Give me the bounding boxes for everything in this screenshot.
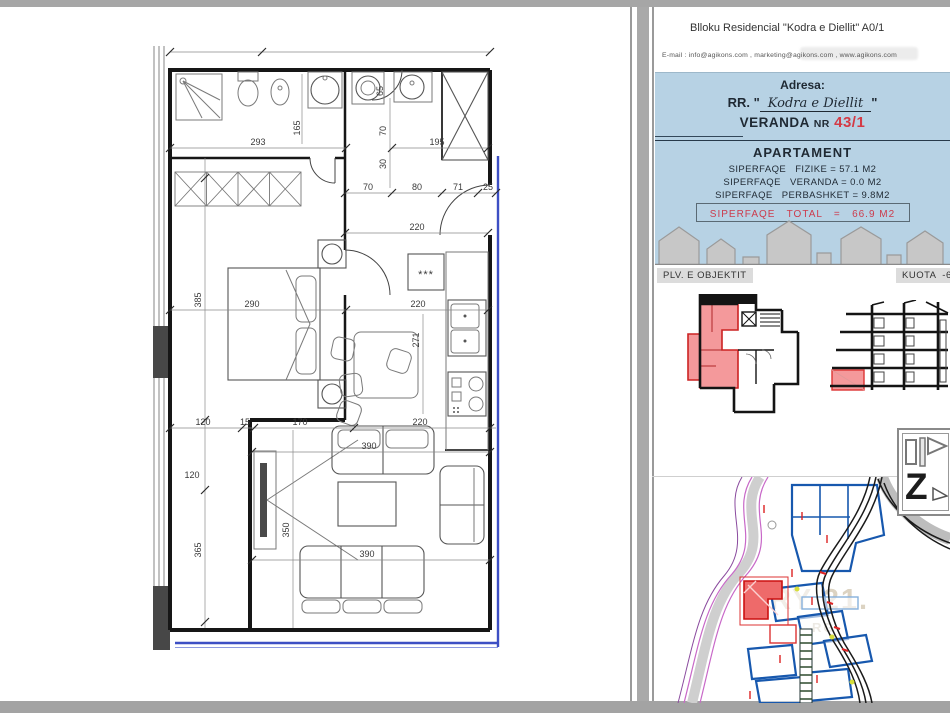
- apartment-floor-plan: ***: [140, 38, 520, 658]
- highlighted-building: [740, 577, 796, 643]
- dim-hall-depth: 220: [409, 222, 424, 232]
- dim-row2-220: 220: [412, 417, 427, 427]
- street-line: RR. "Kodra e Diellit": [655, 95, 950, 111]
- apartament-title: APARTAMENT: [655, 145, 950, 160]
- dining-table: [354, 332, 418, 398]
- street-prefix: RR. ": [728, 95, 760, 110]
- laundry-fixtures: [352, 72, 488, 160]
- dim-kitchen-width: 220: [410, 299, 425, 309]
- dim-bath-width: 293: [250, 137, 265, 147]
- building-section: [826, 300, 950, 410]
- dim-sofa: 390: [359, 549, 374, 559]
- area-row-perbashket: SIPERFAQE PERBASHKET = 9.8M2: [655, 190, 950, 201]
- window-glazing: [175, 156, 498, 648]
- dim-bath-height: 165: [292, 120, 302, 135]
- wall-column: [153, 326, 170, 378]
- dimension-lines: [166, 48, 500, 628]
- dim-living-height: 365: [193, 542, 203, 557]
- living-room-furniture: [254, 426, 484, 613]
- north-arrow-box: Z: [897, 428, 950, 516]
- kuota-label: KUOTA -6: [896, 268, 950, 283]
- dim-row2-170: 170: [292, 417, 307, 427]
- top-frame-bar: [0, 0, 950, 7]
- north-letter: Z: [905, 466, 928, 508]
- flag-icon: [928, 438, 946, 454]
- bath-sink: [308, 72, 342, 108]
- apartment-info-panel: Adresa: RR. "Kodra e Diellit" VERANDA NR…: [655, 72, 950, 265]
- houses-silhouette: [655, 217, 950, 265]
- north-pointer-icon: [933, 488, 947, 500]
- street-name: Kodra e Diellit: [760, 96, 871, 112]
- dim-kitchen-height: 271: [411, 332, 421, 347]
- street-suffix: ": [871, 95, 877, 110]
- object-plan-label: PLV. E OBJEKTIT: [657, 268, 753, 283]
- facade-lines: [153, 46, 170, 650]
- pane-divider-bar: [637, 7, 649, 701]
- bed: [228, 268, 320, 380]
- tv: [260, 463, 267, 537]
- sheet-title: Blloku Residencial "Kodra e Diellit" A0/…: [690, 22, 884, 34]
- veranda-number: 43/1: [834, 114, 865, 131]
- wall-column: [153, 586, 170, 650]
- dim-row1-80: 80: [412, 182, 422, 192]
- bathroom-fixtures: [176, 72, 342, 120]
- dim-living-inner: 350: [281, 522, 291, 537]
- drawing-sheet: ***: [0, 0, 950, 713]
- closet-row: [175, 172, 301, 206]
- dim-row1-70: 70: [363, 182, 373, 192]
- dim-bedroom-height: 385: [193, 292, 203, 307]
- address-label: Adresa:: [655, 78, 950, 92]
- dim-row2-15: 15: [240, 417, 250, 427]
- bedroom-furniture: [228, 240, 346, 408]
- contact-email-line: E-mail : info@agikons.com , marketing@ag…: [662, 52, 897, 59]
- area-row-veranda: SIPERFAQE VERANDA = 0.0 M2: [655, 177, 950, 188]
- dim-loveseat: 390: [361, 441, 376, 451]
- fridge-label: ***: [418, 269, 434, 281]
- building-glyph: [906, 440, 916, 464]
- dim-left-seg: 120: [184, 470, 199, 480]
- dim-hall-v1: 70: [378, 126, 388, 136]
- area-row-fizike: SIPERFAQE FIZIKE = 57.1 M2: [655, 164, 950, 175]
- dim-row1-71: 71: [453, 182, 463, 192]
- nr-label: NR: [814, 118, 830, 130]
- dim-row1-25: 25: [483, 182, 493, 192]
- dim-washer: 65: [375, 86, 385, 96]
- coffee-table: [338, 482, 396, 526]
- dim-bedroom-width: 290: [244, 299, 259, 309]
- veranda-label: VERANDA: [740, 115, 810, 130]
- dim-hall-v2: 30: [378, 159, 388, 169]
- building-key-plan: [676, 292, 816, 432]
- divider-full: [655, 140, 950, 141]
- pane-divider-line-left: [630, 7, 632, 701]
- dim-hall-width: 195: [429, 137, 444, 147]
- highlighted-unit: [688, 304, 738, 388]
- veranda-line: VERANDA NR 43/1: [655, 114, 950, 131]
- dim-row2-120: 120: [195, 417, 210, 427]
- bidet: [271, 79, 289, 105]
- ladder-strip: [800, 629, 812, 703]
